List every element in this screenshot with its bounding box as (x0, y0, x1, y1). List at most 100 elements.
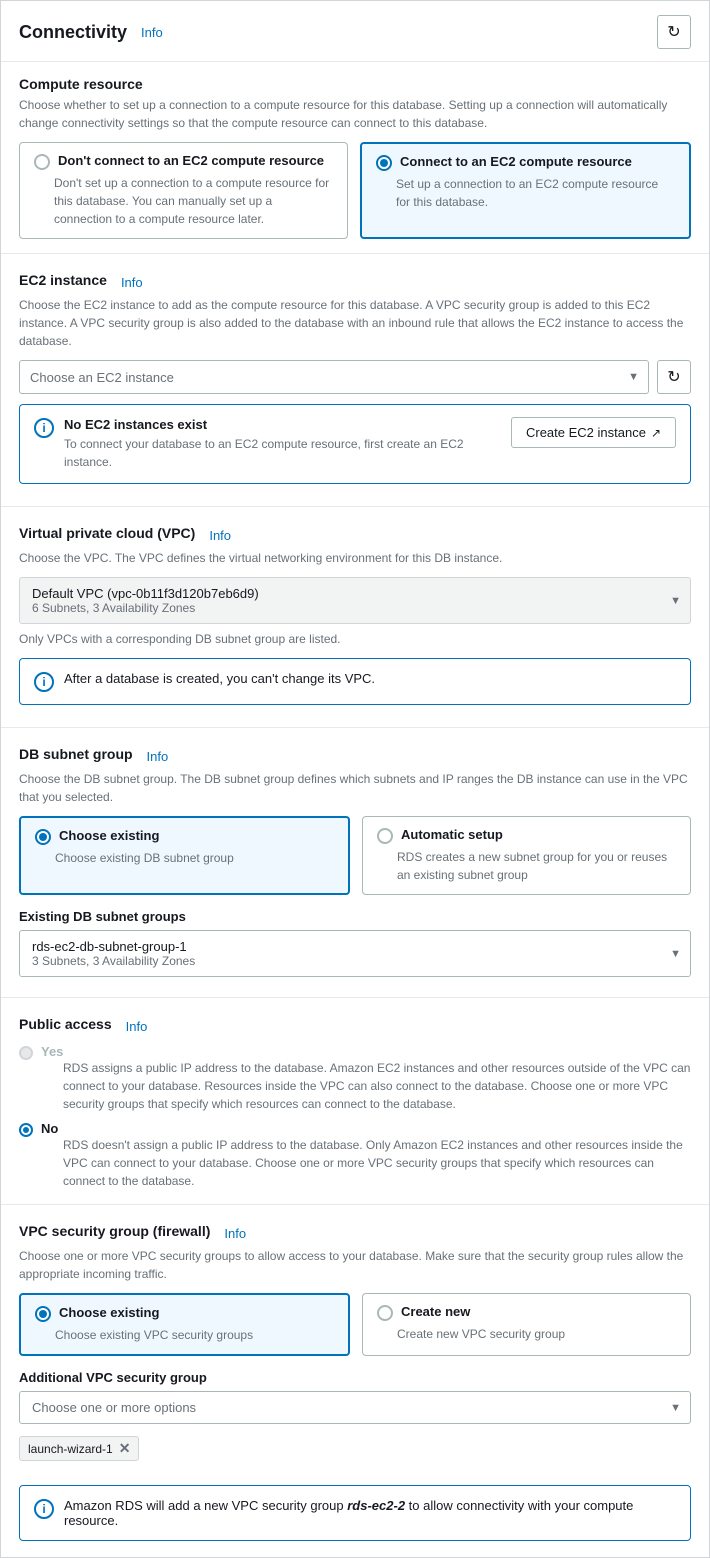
db-subnet-options: Choose existing Choose existing DB subne… (19, 816, 691, 895)
compute-radio-connect (376, 155, 392, 171)
existing-db-subnet-label: Existing DB subnet groups (19, 909, 691, 924)
compute-resource-options: Don't connect to an EC2 compute resource… (19, 142, 691, 239)
public-access-yes-desc: RDS assigns a public IP address to the d… (63, 1059, 691, 1113)
vpc-desc: Choose the VPC. The VPC defines the virt… (19, 549, 691, 567)
no-ec2-info-icon: i (34, 418, 54, 438)
bottom-note-section: i Amazon RDS will add a new VPC security… (1, 1471, 709, 1557)
public-access-options: Yes RDS assigns a public IP address to t… (19, 1044, 691, 1190)
sg-tag-launch-wizard: launch-wizard-1 ✕ (19, 1436, 139, 1461)
existing-db-subnet-value: rds-ec2-db-subnet-group-1 (32, 939, 660, 954)
vpc-warning-content: After a database is created, you can't c… (64, 671, 676, 686)
compute-radio-dont-connect (34, 154, 50, 170)
vpc-warning-icon: i (34, 672, 54, 692)
ec2-instance-select-wrapper: Choose an EC2 instance ▼ (19, 360, 649, 394)
compute-resource-section: Compute resource Choose whether to set u… (1, 62, 709, 249)
vpc-sg-new-desc: Create new VPC security group (397, 1325, 676, 1343)
compute-option-connect-title: Connect to an EC2 compute resource (400, 154, 632, 169)
public-access-radio-no (19, 1123, 33, 1137)
compute-resource-label: Compute resource (19, 76, 691, 92)
db-subnet-radio-choose-existing (35, 829, 51, 845)
db-subnet-choose-existing[interactable]: Choose existing Choose existing DB subne… (19, 816, 350, 895)
vpc-label: Virtual private cloud (VPC) (19, 525, 195, 541)
create-ec2-external-icon: ↗ (651, 426, 661, 440)
additional-vpc-sg-label: Additional VPC security group (19, 1370, 691, 1385)
vpc-sub: 6 Subnets, 3 Availability Zones (32, 601, 660, 615)
public-access-label: Public access (19, 1016, 112, 1032)
compute-resource-desc: Choose whether to set up a connection to… (19, 96, 691, 132)
compute-option-dont-connect-desc: Don't set up a connection to a compute r… (54, 174, 333, 228)
additional-vpc-sg-placeholder: Choose one or more options (32, 1400, 196, 1415)
page-header: Connectivity Info ↻ (1, 1, 709, 62)
additional-vpc-sg-select-wrapper[interactable]: Choose one or more options ▼ (19, 1391, 691, 1424)
public-access-no-desc: RDS doesn't assign a public IP address t… (63, 1136, 691, 1190)
no-ec2-instances-box: i No EC2 instances exist To connect your… (19, 404, 691, 484)
existing-db-subnet-section: Existing DB subnet groups rds-ec2-db-sub… (1, 905, 709, 993)
compute-option-connect[interactable]: Connect to an EC2 compute resource Set u… (360, 142, 691, 239)
vpc-sg-new-title: Create new (401, 1304, 470, 1319)
vpc-select-display: Default VPC (vpc-0b11f3d120b7eb6d9) 6 Su… (19, 577, 691, 624)
db-subnet-desc: Choose the DB subnet group. The DB subne… (19, 770, 691, 806)
db-subnet-choose-existing-desc: Choose existing DB subnet group (55, 849, 334, 867)
db-subnet-group-section: DB subnet group Info Choose the DB subne… (1, 732, 709, 905)
create-ec2-label: Create EC2 instance (526, 425, 646, 440)
refresh-icon: ↻ (667, 22, 680, 42)
compute-option-dont-connect[interactable]: Don't connect to an EC2 compute resource… (19, 142, 348, 239)
bottom-note-content: Amazon RDS will add a new VPC security g… (64, 1498, 676, 1528)
ec2-instance-label: EC2 instance (19, 272, 107, 288)
existing-db-subnet-sub: 3 Subnets, 3 Availability Zones (32, 954, 660, 968)
ec2-instance-select[interactable]: Choose an EC2 instance (19, 360, 649, 394)
ec2-instance-select-row: Choose an EC2 instance ▼ ↻ (19, 360, 691, 394)
vpc-sg-info-link[interactable]: Info (224, 1226, 246, 1241)
bottom-note-prefix: Amazon RDS will add a new VPC security g… (64, 1498, 347, 1513)
refresh-button[interactable]: ↻ (657, 15, 691, 49)
public-access-no[interactable]: No RDS doesn't assign a public IP addres… (19, 1121, 691, 1190)
compute-option-dont-connect-title: Don't connect to an EC2 compute resource (58, 153, 324, 168)
vpc-warning-text: After a database is created, you can't c… (64, 671, 375, 686)
ec2-refresh-icon: ↻ (667, 367, 680, 387)
create-ec2-instance-button[interactable]: Create EC2 instance ↗ (511, 417, 676, 448)
public-access-no-label: No (41, 1121, 691, 1136)
sg-tag-remove-icon[interactable]: ✕ (119, 1440, 131, 1457)
vpc-sg-create-new[interactable]: Create new Create new VPC security group (362, 1293, 691, 1356)
db-subnet-info-link[interactable]: Info (147, 749, 169, 764)
page-title: Connectivity (19, 22, 127, 43)
public-access-yes-label: Yes (41, 1044, 691, 1059)
db-subnet-choose-existing-title: Choose existing (59, 828, 159, 843)
bottom-note-highlight: rds-ec2-2 (347, 1498, 405, 1513)
vpc-sg-existing-desc: Choose existing VPC security groups (55, 1326, 334, 1344)
vpc-sg-radio-existing (35, 1306, 51, 1322)
vpc-value: Default VPC (vpc-0b11f3d120b7eb6d9) (32, 586, 660, 601)
db-subnet-radio-automatic (377, 828, 393, 844)
db-subnet-label: DB subnet group (19, 746, 133, 762)
selected-sg-tags: launch-wizard-1 ✕ (19, 1430, 691, 1461)
bottom-note-box: i Amazon RDS will add a new VPC security… (19, 1485, 691, 1541)
vpc-sg-existing-title: Choose existing (59, 1305, 159, 1320)
public-access-yes[interactable]: Yes RDS assigns a public IP address to t… (19, 1044, 691, 1113)
ec2-instance-desc: Choose the EC2 instance to add as the co… (19, 296, 691, 350)
public-access-info-link[interactable]: Info (126, 1019, 148, 1034)
ec2-instance-section: EC2 instance Info Choose the EC2 instanc… (1, 258, 709, 502)
no-ec2-title: No EC2 instances exist (64, 417, 501, 432)
db-subnet-automatic-setup[interactable]: Automatic setup RDS creates a new subnet… (362, 816, 691, 895)
vpc-warning-box: i After a database is created, you can't… (19, 658, 691, 705)
vpc-security-group-section: VPC security group (firewall) Info Choos… (1, 1209, 709, 1366)
public-access-section: Public access Info Yes RDS assigns a pub… (1, 1002, 709, 1200)
ec2-refresh-button[interactable]: ↻ (657, 360, 691, 394)
vpc-sg-choose-existing[interactable]: Choose existing Choose existing VPC secu… (19, 1293, 350, 1356)
vpc-section: Virtual private cloud (VPC) Info Choose … (1, 511, 709, 723)
vpc-select-wrapper: Default VPC (vpc-0b11f3d120b7eb6d9) 6 Su… (19, 577, 691, 624)
vpc-note: Only VPCs with a corresponding DB subnet… (19, 630, 691, 648)
vpc-info-link[interactable]: Info (209, 528, 231, 543)
header-info-link[interactable]: Info (141, 25, 163, 40)
existing-db-subnet-display: rds-ec2-db-subnet-group-1 3 Subnets, 3 A… (19, 930, 691, 977)
public-access-radio-yes (19, 1046, 33, 1060)
ec2-instance-info-link[interactable]: Info (121, 275, 143, 290)
no-ec2-content: No EC2 instances exist To connect your d… (64, 417, 501, 471)
existing-db-subnet-wrapper[interactable]: rds-ec2-db-subnet-group-1 3 Subnets, 3 A… (19, 930, 691, 977)
no-ec2-desc: To connect your database to an EC2 compu… (64, 435, 501, 471)
db-subnet-automatic-title: Automatic setup (401, 827, 503, 842)
additional-vpc-sg-section: Additional VPC security group Choose one… (1, 1366, 709, 1471)
vpc-sg-options: Choose existing Choose existing VPC secu… (19, 1293, 691, 1356)
vpc-sg-label: VPC security group (firewall) (19, 1223, 210, 1239)
compute-option-connect-desc: Set up a connection to an EC2 compute re… (396, 175, 675, 211)
